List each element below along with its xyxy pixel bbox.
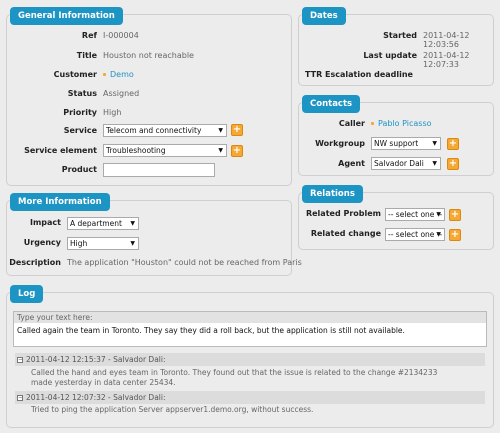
- relations-title: Relations: [302, 185, 363, 203]
- log-input-placeholder: Type your text here:: [14, 312, 486, 323]
- add-service-button[interactable]: +: [231, 124, 243, 136]
- chevron-down-icon: ▼: [432, 140, 437, 147]
- contacts-panel: Contacts Caller Pablo Picasso Workgroup …: [298, 95, 494, 176]
- impact-label: Impact: [29, 218, 61, 227]
- product-input[interactable]: [103, 163, 215, 177]
- workgroup-select[interactable]: NW support ▼: [371, 137, 441, 150]
- general-information-panel: General Information Ref I-000004 Title H…: [6, 7, 292, 186]
- caller-value: Pablo Picasso: [378, 119, 432, 128]
- log-entry-line: made yesterday in data center 25434.: [31, 378, 176, 387]
- workgroup-label: Workgroup: [315, 139, 365, 148]
- collapse-icon[interactable]: −: [17, 357, 23, 363]
- service-select[interactable]: Telecom and connectivity ▼: [103, 124, 227, 137]
- ref-value: I-000004: [103, 31, 139, 40]
- log-entry-line: Called the hand and eyes team in Toronto…: [31, 368, 438, 377]
- agent-select-value: Salvador Dali: [374, 159, 424, 168]
- more-information-panel: More Information Impact A department ▼ Ur…: [6, 193, 302, 276]
- general-information-title: General Information: [10, 7, 123, 25]
- impact-select-value: A department: [70, 219, 122, 228]
- add-agent-button[interactable]: +: [447, 158, 459, 170]
- log-entry-body: Called the hand and eyes team in Toronto…: [31, 368, 437, 388]
- title-value: Houston not reachable: [103, 51, 194, 60]
- add-related-problem-button[interactable]: +: [449, 209, 461, 221]
- urgency-select[interactable]: High ▼: [67, 237, 139, 250]
- chevron-down-icon: ▼: [436, 211, 441, 218]
- chevron-down-icon: ▼: [218, 147, 223, 154]
- status-value: Assigned: [103, 89, 140, 98]
- description-value: The application "Houston" could not be r…: [67, 258, 302, 267]
- related-change-select-value: -- select one --: [388, 230, 443, 239]
- service-select-value: Telecom and connectivity: [106, 126, 202, 135]
- title-label: Title: [76, 51, 97, 60]
- caller-label: Caller: [338, 119, 365, 128]
- add-service-element-button[interactable]: +: [231, 145, 243, 157]
- service-element-label: Service element: [24, 146, 97, 155]
- started-label: Started: [383, 31, 417, 40]
- chevron-down-icon: ▼: [130, 240, 135, 247]
- log-panel: Log Type your text here: Called again th…: [6, 285, 494, 428]
- priority-label: Priority: [63, 108, 97, 117]
- related-problem-label: Related Problem: [305, 209, 381, 218]
- log-entry-header-text: 2011-04-12 12:15:37 - Salvador Dali:: [26, 355, 166, 364]
- urgency-label: Urgency: [23, 238, 61, 247]
- related-problem-select-value: -- select one --: [388, 210, 443, 219]
- chevron-down-icon: ▼: [432, 160, 437, 167]
- urgency-select-value: High: [70, 239, 88, 248]
- log-entry-header-text: 2011-04-12 12:07:32 - Salvador Dali:: [26, 393, 166, 402]
- more-information-title: More Information: [10, 193, 110, 211]
- dates-panel: Dates Started 2011-04-12 12:03:56 Last u…: [298, 7, 494, 86]
- dates-title: Dates: [302, 7, 346, 25]
- log-title: Log: [10, 285, 44, 303]
- last-update-label: Last update: [363, 51, 417, 60]
- log-entry-line: Tried to ping the application Server app…: [31, 405, 314, 414]
- agent-label: Agent: [338, 159, 365, 168]
- service-element-select[interactable]: Troubleshooting ▼: [103, 144, 227, 157]
- log-entry-body: Tried to ping the application Server app…: [31, 405, 313, 415]
- caller-link[interactable]: Pablo Picasso: [371, 119, 432, 128]
- last-update-value: 2011-04-12 12:07:33: [423, 51, 470, 69]
- relations-panel: Relations Related Problem -- select one …: [298, 185, 494, 250]
- chevron-down-icon: ▼: [130, 220, 135, 227]
- add-workgroup-button[interactable]: +: [447, 138, 459, 150]
- collapse-icon[interactable]: −: [17, 395, 23, 401]
- workgroup-select-value: NW support: [374, 139, 419, 148]
- impact-select[interactable]: A department ▼: [67, 217, 139, 230]
- add-related-change-button[interactable]: +: [449, 229, 461, 241]
- bullet-icon: [103, 73, 106, 76]
- bullet-icon: [371, 122, 374, 125]
- log-input[interactable]: Type your text here: Called again the te…: [13, 311, 487, 347]
- ref-label: Ref: [81, 31, 97, 40]
- service-element-select-value: Troubleshooting: [106, 146, 166, 155]
- customer-label: Customer: [53, 70, 97, 79]
- priority-value: High: [103, 108, 122, 117]
- contacts-title: Contacts: [302, 95, 361, 113]
- customer-value: Demo: [110, 70, 134, 79]
- related-change-label: Related change: [310, 229, 381, 238]
- started-value: 2011-04-12 12:03:56: [423, 31, 470, 49]
- agent-select[interactable]: Salvador Dali ▼: [371, 157, 441, 170]
- related-change-select[interactable]: -- select one -- ▼: [385, 228, 445, 241]
- log-entry-header[interactable]: −2011-04-12 12:07:32 - Salvador Dali:: [15, 391, 485, 404]
- customer-link[interactable]: Demo: [103, 70, 134, 79]
- service-label: Service: [63, 126, 97, 135]
- related-problem-select[interactable]: -- select one -- ▼: [385, 208, 445, 221]
- product-label: Product: [61, 165, 97, 174]
- chevron-down-icon: ▼: [218, 127, 223, 134]
- status-label: Status: [67, 89, 97, 98]
- log-input-text: Called again the team in Toronto. They s…: [17, 326, 405, 335]
- chevron-down-icon: ▼: [436, 231, 441, 238]
- log-entry-header[interactable]: −2011-04-12 12:15:37 - Salvador Dali:: [15, 353, 485, 366]
- description-label: Description: [9, 258, 61, 267]
- ttr-escalation-label: TTR Escalation deadline: [305, 70, 413, 79]
